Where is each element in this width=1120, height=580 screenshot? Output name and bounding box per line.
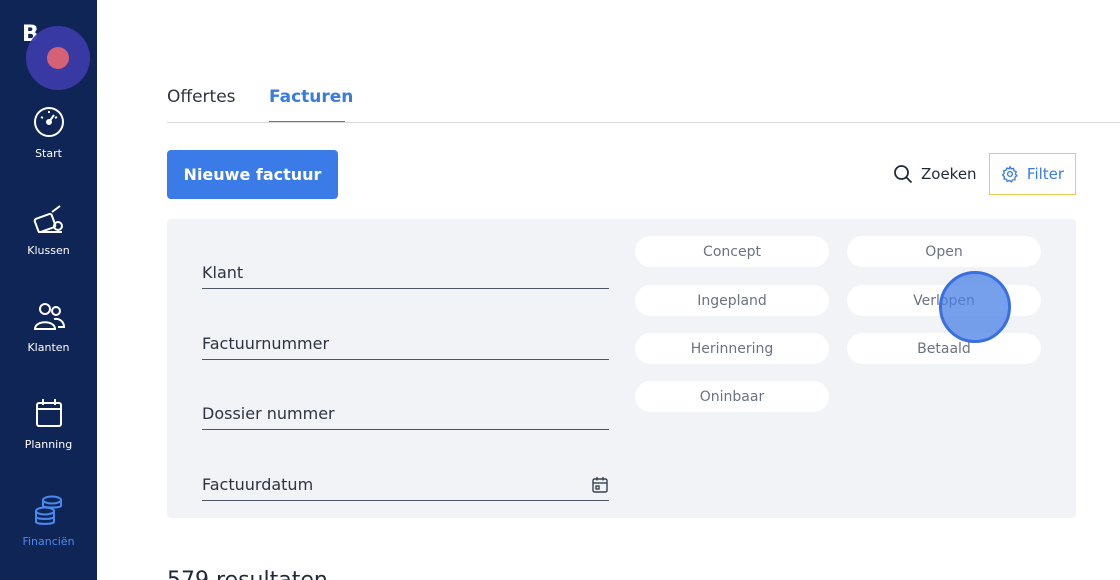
sidebar-item-label: Klanten	[27, 341, 70, 354]
filter-button[interactable]: Filter	[989, 153, 1076, 195]
calendar-icon[interactable]	[591, 476, 609, 494]
factuurdatum-field[interactable]: Factuurdatum	[202, 465, 609, 501]
sidebar-item-financien[interactable]: Financiën	[0, 493, 97, 573]
filter-panel: Klant Factuurnummer Dossier nummer Factu…	[167, 219, 1076, 518]
sidebar-item-label: Planning	[24, 438, 73, 451]
sidebar-item-label: Klussen	[27, 244, 70, 257]
status-chip-verlopen[interactable]: Verlopen	[847, 285, 1041, 316]
search-button[interactable]: Zoeken	[893, 160, 977, 188]
tab-offertes[interactable]: Offertes	[167, 87, 236, 107]
status-chip-betaald[interactable]: Betaald	[847, 333, 1041, 364]
speedometer-icon	[33, 107, 64, 137]
sidebar-item-label: Financiën	[22, 535, 75, 548]
tab-facturen[interactable]: Facturen	[269, 87, 353, 107]
klant-field[interactable]: Klant	[202, 253, 609, 289]
status-chip-oninbaar[interactable]: Oninbaar	[635, 381, 829, 412]
calendar-icon	[35, 399, 62, 427]
status-chip-herinnering[interactable]: Herinnering	[635, 333, 829, 364]
field-label: Dossier nummer	[202, 404, 335, 423]
users-icon	[33, 303, 65, 330]
dossier-nummer-field[interactable]: Dossier nummer	[202, 394, 609, 430]
search-label: Zoeken	[921, 165, 977, 183]
tabs-divider	[167, 122, 1120, 123]
search-icon	[894, 165, 913, 184]
status-chip-open[interactable]: Open	[847, 236, 1041, 267]
record-dot-icon	[47, 47, 69, 69]
field-label: Factuurdatum	[202, 475, 314, 494]
sidebar-item-start[interactable]: Start	[0, 105, 97, 185]
gear-icon	[1001, 165, 1018, 183]
recording-indicator	[26, 26, 90, 90]
field-label: Klant	[202, 263, 244, 282]
result-count: 579 resultaten	[167, 568, 328, 580]
new-invoice-button[interactable]: Nieuwe factuur	[167, 150, 338, 199]
sidebar: B Start Klussen Klanten Planning Financi…	[0, 0, 97, 580]
factuurnummer-field[interactable]: Factuurnummer	[202, 324, 609, 360]
filter-label: Filter	[1026, 165, 1065, 183]
tools-icon	[33, 205, 63, 234]
sidebar-item-klussen[interactable]: Klussen	[0, 202, 97, 282]
coins-icon	[34, 495, 62, 525]
sidebar-item-planning[interactable]: Planning	[0, 396, 97, 476]
status-chip-ingepland[interactable]: Ingepland	[635, 285, 829, 316]
field-label: Factuurnummer	[202, 334, 330, 353]
sidebar-item-klanten[interactable]: Klanten	[0, 299, 97, 379]
sidebar-item-label: Start	[35, 147, 62, 160]
status-chip-concept[interactable]: Concept	[635, 236, 829, 267]
